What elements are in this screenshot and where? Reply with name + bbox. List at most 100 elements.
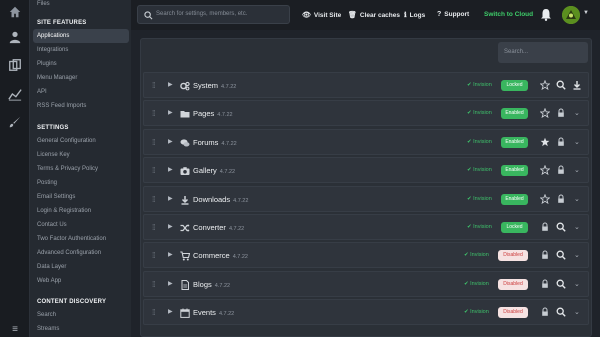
lock-icon[interactable] bbox=[540, 279, 550, 289]
lock-icon[interactable] bbox=[540, 250, 550, 260]
file-icon bbox=[180, 280, 190, 290]
sidebar-item-menu-manager[interactable]: Menu Manager bbox=[37, 75, 77, 81]
visit-site-label: Visit Site bbox=[313, 11, 342, 19]
lock-icon[interactable] bbox=[556, 194, 566, 204]
search-icon[interactable] bbox=[556, 222, 566, 232]
app-name: Blogs 4.7.22 bbox=[193, 280, 231, 289]
search-icon[interactable] bbox=[556, 250, 566, 260]
expand-caret-icon[interactable]: ▶ bbox=[168, 195, 173, 202]
app-row-pages[interactable]: ⁞⁞ ▶ Pages 4.7.22 ✔ Invision Enabled ⌄ bbox=[143, 100, 589, 126]
invision-author: ✔ Invision bbox=[467, 82, 492, 88]
switch-to-cloud-link[interactable]: Switch to Cloud bbox=[484, 11, 533, 18]
logs-link[interactable]: ℹ Logs bbox=[404, 11, 425, 20]
chevron-down-icon[interactable]: ⌄ bbox=[574, 166, 580, 174]
lock-icon[interactable] bbox=[556, 137, 566, 147]
star-icon[interactable] bbox=[540, 165, 550, 175]
star-icon[interactable] bbox=[540, 137, 550, 147]
search-icon[interactable] bbox=[556, 279, 566, 289]
global-search-input[interactable]: Search for settings, members, etc. bbox=[137, 5, 290, 24]
chevron-down-icon[interactable]: ▼ bbox=[583, 10, 589, 16]
expand-caret-icon[interactable]: ▶ bbox=[168, 280, 173, 287]
users-icon[interactable] bbox=[8, 30, 22, 44]
sidebar-item-license-key[interactable]: License Key bbox=[37, 152, 70, 158]
camera-icon bbox=[180, 166, 190, 176]
expand-caret-icon[interactable]: ▶ bbox=[168, 81, 173, 88]
drag-handle-icon[interactable]: ⁞⁞ bbox=[152, 280, 156, 289]
sidebar-item-web-app[interactable]: Web App bbox=[37, 278, 61, 284]
download-icon[interactable] bbox=[572, 80, 582, 90]
app-row-blogs[interactable]: ⁞⁞ ▶ Blogs 4.7.22 ✔ Invision Disabled ⌄ bbox=[143, 271, 589, 297]
drag-handle-icon[interactable]: ⁞⁞ bbox=[152, 166, 156, 175]
status-badge: Disabled bbox=[498, 279, 528, 290]
sidebar-item-streams[interactable]: Streams bbox=[37, 326, 59, 332]
drag-handle-icon[interactable]: ⁞⁞ bbox=[152, 223, 156, 232]
sidebar-item-two-factor[interactable]: Two Factor Authentication bbox=[37, 236, 106, 242]
home-icon[interactable] bbox=[8, 5, 22, 19]
drag-handle-icon[interactable]: ⁞⁞ bbox=[152, 81, 156, 90]
sidebar-item-general-configuration[interactable]: General Configuration bbox=[37, 138, 96, 144]
sidebar-item-search[interactable]: Search bbox=[37, 312, 56, 318]
drag-handle-icon[interactable]: ⁞⁞ bbox=[152, 138, 156, 147]
expand-caret-icon[interactable]: ▶ bbox=[168, 166, 173, 173]
invision-author: ✔ Invision bbox=[467, 224, 492, 230]
star-icon[interactable] bbox=[540, 194, 550, 204]
drag-handle-icon[interactable]: ⁞⁞ bbox=[152, 308, 156, 317]
chevron-down-icon[interactable]: ⌄ bbox=[574, 138, 580, 146]
clear-caches-link[interactable]: 🗑 Clear caches bbox=[348, 11, 400, 20]
drag-handle-icon[interactable]: ⁞⁞ bbox=[152, 109, 156, 118]
star-icon[interactable] bbox=[540, 80, 550, 90]
chevron-down-icon[interactable]: ⌄ bbox=[574, 280, 580, 288]
sidebar-item-data-layer[interactable]: Data Layer bbox=[37, 264, 66, 270]
chevron-down-icon[interactable]: ⌄ bbox=[574, 308, 580, 316]
sidebar-item-rss-feed-imports[interactable]: RSS Feed Imports bbox=[37, 103, 86, 109]
app-row-events[interactable]: ⁞⁞ ▶ Events 4.7.22 ✔ Invision Disabled ⌄ bbox=[143, 299, 589, 325]
menu-toggle-button[interactable]: ≡ bbox=[0, 321, 30, 337]
expand-caret-icon[interactable]: ▶ bbox=[168, 138, 173, 145]
chevron-down-icon[interactable]: ⌄ bbox=[574, 251, 580, 259]
chevron-down-icon[interactable]: ⌄ bbox=[574, 195, 580, 203]
sidebar-item-api[interactable]: API bbox=[37, 89, 47, 95]
chevron-down-icon[interactable]: ⌄ bbox=[574, 109, 580, 117]
expand-caret-icon[interactable]: ▶ bbox=[168, 251, 173, 258]
app-row-converter[interactable]: ⁞⁞ ▶ Converter 4.7.22 ✔ Invision Locked ⌄ bbox=[143, 214, 589, 240]
support-label: Support bbox=[444, 11, 470, 18]
sidebar-item-terms-privacy[interactable]: Terms & Privacy Policy bbox=[37, 166, 98, 172]
sidebar-item-plugins[interactable]: Plugins bbox=[37, 61, 57, 67]
lock-icon[interactable] bbox=[556, 165, 566, 175]
app-row-commerce[interactable]: ⁞⁞ ▶ Commerce 4.7.22 ✔ Invision Disabled … bbox=[143, 242, 589, 268]
sidebar-item-advanced-configuration[interactable]: Advanced Configuration bbox=[37, 250, 101, 256]
visit-site-link[interactable]: 👁 Visit Site bbox=[302, 11, 342, 20]
lock-icon[interactable] bbox=[540, 222, 550, 232]
shuffle-icon bbox=[180, 223, 190, 233]
expand-caret-icon[interactable]: ▶ bbox=[168, 308, 173, 315]
brush-icon[interactable] bbox=[8, 115, 22, 129]
drag-handle-icon[interactable]: ⁞⁞ bbox=[152, 195, 156, 204]
drag-handle-icon[interactable]: ⁞⁞ bbox=[152, 251, 156, 260]
sidebar-item-files[interactable]: Files bbox=[37, 1, 50, 7]
chevron-down-icon[interactable]: ⌄ bbox=[574, 223, 580, 231]
sidebar-item-applications[interactable]: Applications bbox=[37, 33, 69, 39]
search-icon[interactable] bbox=[556, 307, 566, 317]
expand-caret-icon[interactable]: ▶ bbox=[168, 109, 173, 116]
app-row-downloads[interactable]: ⁞⁞ ▶ Downloads 4.7.22 ✔ Invision Enabled … bbox=[143, 186, 589, 212]
bell-icon[interactable] bbox=[540, 8, 552, 21]
copy-icon[interactable] bbox=[8, 58, 22, 72]
sidebar-item-posting[interactable]: Posting bbox=[37, 180, 57, 186]
search-icon[interactable] bbox=[556, 80, 566, 90]
sidebar-item-email-settings[interactable]: Email Settings bbox=[37, 194, 75, 200]
sidebar-item-login-registration[interactable]: Login & Registration bbox=[37, 208, 91, 214]
star-icon[interactable] bbox=[540, 108, 550, 118]
expand-caret-icon[interactable]: ▶ bbox=[168, 223, 173, 230]
status-badge: Enabled bbox=[501, 165, 528, 176]
app-row-forums[interactable]: ⁞⁞ ▶ Forums 4.7.22 ✔ Invision Enabled ⌄ bbox=[143, 129, 589, 155]
lock-icon[interactable] bbox=[540, 307, 550, 317]
app-row-gallery[interactable]: ⁞⁞ ▶ Gallery 4.7.22 ✔ Invision Enabled ⌄ bbox=[143, 157, 589, 183]
app-row-system[interactable]: ⁞⁞ ▶ System 4.7.22 ✔ Invision Locked bbox=[143, 72, 589, 98]
avatar[interactable] bbox=[562, 6, 580, 24]
app-filter-input[interactable]: Search... bbox=[498, 42, 588, 63]
sidebar-item-integrations[interactable]: Integrations bbox=[37, 47, 68, 53]
chart-icon[interactable] bbox=[8, 87, 22, 101]
sidebar-item-contact-us[interactable]: Contact Us bbox=[37, 222, 67, 228]
support-link[interactable]: ? Support bbox=[437, 11, 469, 18]
lock-icon[interactable] bbox=[556, 108, 566, 118]
